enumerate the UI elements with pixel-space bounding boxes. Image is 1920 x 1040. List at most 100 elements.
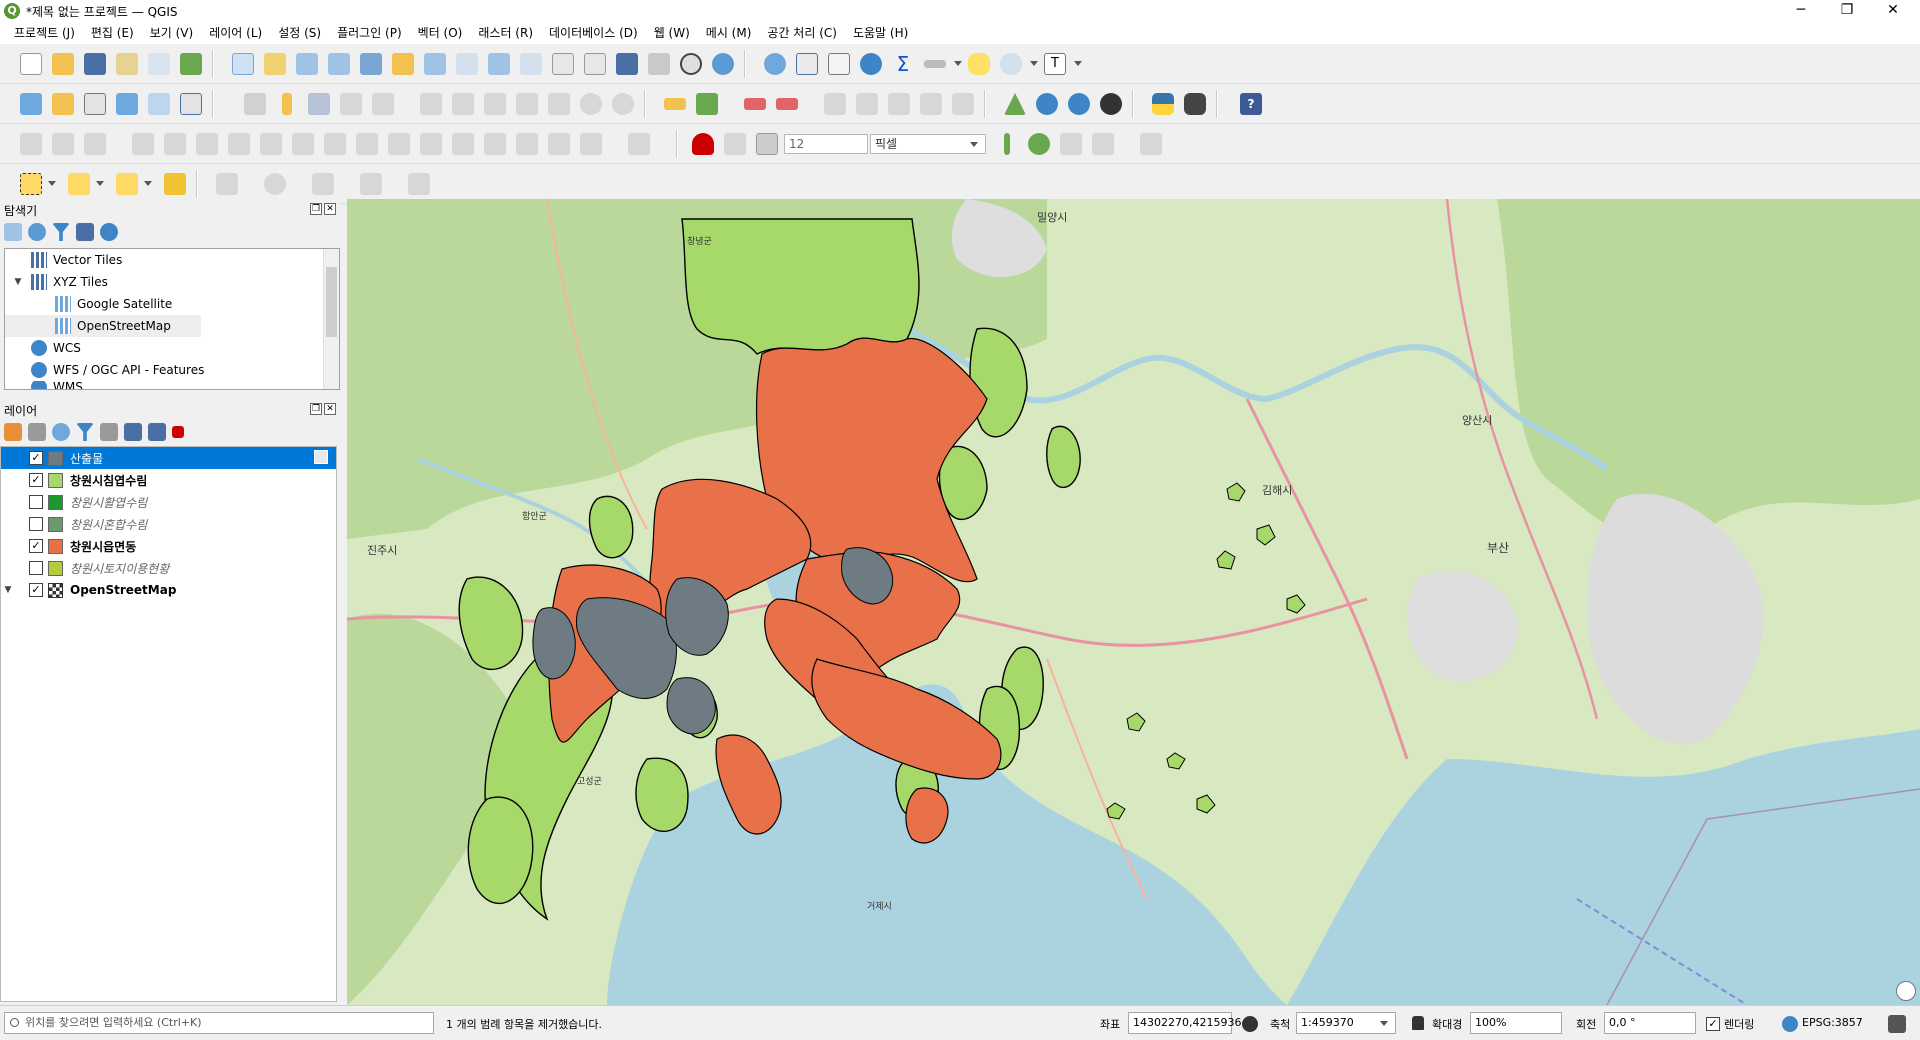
render-checkbox[interactable]: ✓ [1706, 1017, 1720, 1031]
delete-ring-icon[interactable] [132, 133, 154, 155]
menu-layer[interactable]: 레이어 (L) [201, 23, 270, 43]
zoom-full-icon[interactable] [360, 53, 382, 75]
collapse-all-icon[interactable] [148, 423, 166, 441]
split-features-icon[interactable] [324, 133, 346, 155]
layer-visibility-checkbox[interactable]: ✓ [29, 451, 43, 465]
redo-digitize-icon[interactable] [628, 133, 650, 155]
menu-mesh[interactable]: 메시 (M) [698, 23, 760, 43]
rotation-spinbox[interactable]: 0,0 ° [1604, 1012, 1696, 1034]
filter-legend-icon[interactable] [76, 423, 94, 441]
self-snapping-icon[interactable] [1092, 133, 1114, 155]
copy-features-icon[interactable] [516, 93, 538, 115]
temporal-controller-icon[interactable] [680, 53, 702, 75]
locator-input[interactable]: 위치를 찾으려면 입력하세요 (Ctrl+K) [4, 1012, 434, 1034]
panel-close-button[interactable]: ✕ [324, 203, 336, 215]
layer-symbol-swatch[interactable] [48, 494, 63, 510]
select-by-location-icon[interactable] [164, 173, 186, 195]
rotate-point-icon[interactable] [452, 133, 474, 155]
pin-labels-icon[interactable] [744, 98, 766, 110]
python-console-icon[interactable] [1152, 93, 1174, 115]
browser-item-xyz-tiles[interactable]: ▼ XYZ Tiles [5, 271, 339, 293]
crs-button[interactable]: EPSG:3857 [1802, 1016, 1863, 1029]
zoom-next-icon[interactable] [520, 53, 542, 75]
zoom-last-icon[interactable] [488, 53, 510, 75]
open-project-icon[interactable] [52, 53, 74, 75]
select-features-icon[interactable] [20, 173, 42, 195]
layer-symbol-swatch[interactable] [48, 516, 63, 532]
scale-feature-icon[interactable] [580, 133, 602, 155]
remove-layer-icon[interactable] [172, 426, 184, 438]
delete-selected-icon[interactable] [452, 93, 474, 115]
undo-icon[interactable] [580, 93, 602, 115]
diagram-options-icon[interactable] [696, 93, 718, 115]
pan-map-icon[interactable] [232, 53, 254, 75]
layer-row-mixed-forest[interactable]: 창원시혼합수림 [1, 513, 336, 535]
binoculars-icon[interactable] [1184, 93, 1206, 115]
delete-part-icon[interactable] [164, 133, 186, 155]
manage-map-themes-icon[interactable] [52, 423, 70, 441]
zoom-in-icon[interactable] [296, 53, 318, 75]
messages-icon[interactable] [1888, 1015, 1906, 1033]
map-tips-icon[interactable] [968, 53, 990, 75]
browser-item-wfs[interactable]: WFS / OGC API - Features [5, 359, 339, 381]
snapping-units-select[interactable]: 픽셀 [870, 134, 986, 154]
snapping-magnet-icon[interactable] [692, 133, 714, 155]
topological-editing-icon[interactable] [1004, 133, 1010, 155]
layer-row-broadleaf[interactable]: 창원시활엽수림 [1, 491, 336, 513]
refresh-icon[interactable] [712, 53, 734, 75]
modify-attributes-icon[interactable] [420, 93, 442, 115]
browser-item-vector-tiles[interactable]: Vector Tiles [5, 249, 339, 271]
data-source-manager-icon[interactable] [20, 93, 42, 115]
reshape-icon[interactable] [196, 133, 218, 155]
open-attribute-table-icon[interactable] [796, 53, 818, 75]
merge-features-icon[interactable] [388, 133, 410, 155]
rotate-label-icon[interactable] [856, 93, 878, 115]
layer-row-openstreetmap[interactable]: ▼ ✓ OpenStreetMap [1, 579, 336, 601]
new-3d-map-icon[interactable] [584, 53, 606, 75]
add-delimited-text-icon[interactable] [116, 93, 138, 115]
panel-close-button[interactable]: ✕ [324, 403, 336, 415]
layer-symbol-swatch[interactable] [48, 472, 63, 488]
zoom-out-icon[interactable] [328, 53, 350, 75]
layer-visibility-checkbox[interactable]: ✓ [29, 539, 43, 553]
add-circular-string-icon[interactable] [408, 173, 430, 195]
menu-edit[interactable]: 편집 (E) [83, 23, 142, 43]
crs-globe-icon[interactable] [1782, 1016, 1798, 1032]
new-map-view-icon[interactable] [552, 53, 574, 75]
save-edits-icon[interactable] [308, 93, 330, 115]
layer-visibility-checkbox[interactable]: ✓ [29, 583, 43, 597]
metasearch-icon[interactable] [1036, 93, 1058, 115]
measure-line-icon[interactable] [924, 60, 946, 68]
collapse-arrow-icon[interactable]: ▼ [5, 277, 31, 287]
info-icon[interactable] [100, 223, 118, 241]
layer-visibility-checkbox[interactable]: ✓ [29, 473, 43, 487]
browser-item-wcs[interactable]: WCS [5, 337, 339, 359]
add-virtual-layer-icon[interactable] [180, 93, 202, 115]
maximize-button[interactable]: ❐ [1824, 0, 1870, 22]
trim-extend-icon[interactable] [292, 133, 314, 155]
text-annotation-icon[interactable]: T [1044, 53, 1066, 75]
menu-web[interactable]: 웹 (W) [646, 23, 698, 43]
pan-to-selection-icon[interactable] [264, 53, 286, 75]
browser-item-wms[interactable]: WMS [5, 381, 339, 389]
add-ring-icon[interactable] [20, 133, 42, 155]
tracing-icon[interactable] [1140, 133, 1162, 155]
menu-processing[interactable]: 공간 처리 (C) [759, 23, 845, 43]
fill-ring-icon[interactable] [84, 133, 106, 155]
avoid-overlap-icon[interactable] [1060, 133, 1082, 155]
add-vector-layer-icon[interactable] [84, 93, 106, 115]
layer-visibility-checkbox[interactable] [29, 561, 43, 575]
show-hide-labels-icon[interactable] [776, 98, 798, 110]
move-feature-icon[interactable] [516, 133, 538, 155]
layer-row-landuse[interactable]: 창원시토지이용현황 [1, 557, 336, 579]
save-project-icon[interactable] [84, 53, 106, 75]
menu-view[interactable]: 보기 (V) [142, 23, 201, 43]
magnifier-spinbox[interactable]: 100% [1470, 1012, 1562, 1034]
new-project-icon[interactable] [20, 53, 42, 75]
layer-visibility-checkbox[interactable] [29, 495, 43, 509]
add-ellipse-icon[interactable] [264, 173, 286, 195]
statistical-summary-icon[interactable]: Σ [892, 53, 914, 75]
decorations-icon[interactable] [1000, 53, 1022, 75]
minimize-button[interactable]: ─ [1778, 0, 1824, 22]
menu-plugins[interactable]: 플러그인 (P) [329, 23, 410, 43]
